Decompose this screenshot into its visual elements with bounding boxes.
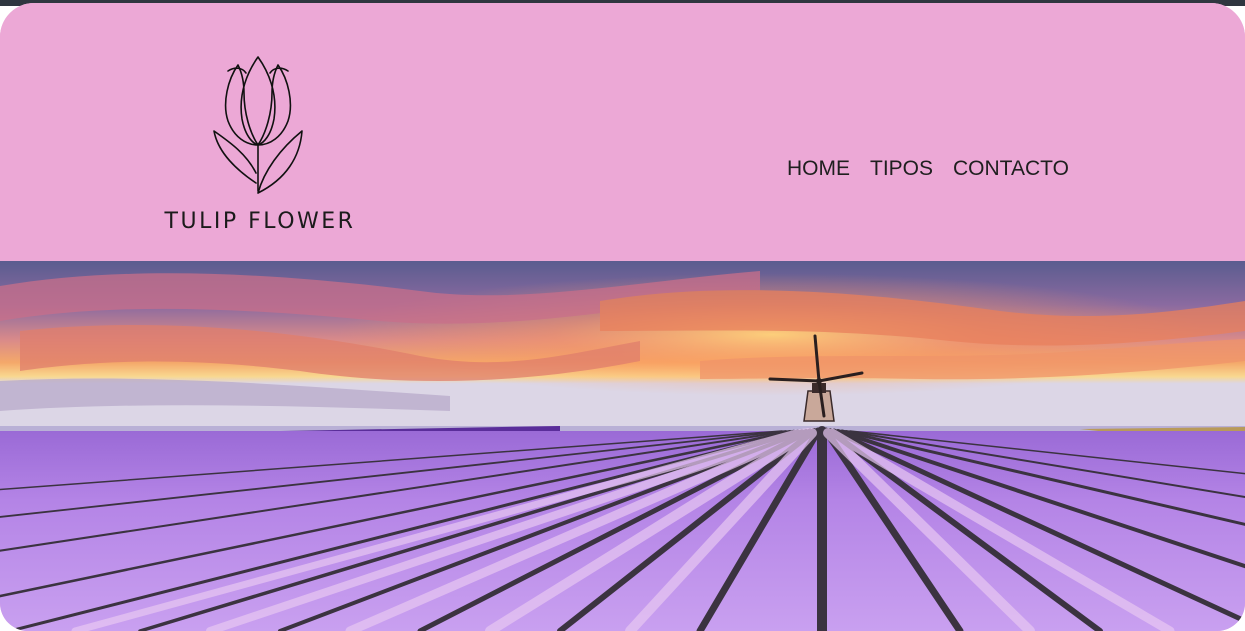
nav-link-contacto[interactable]: CONTACTO xyxy=(953,157,1069,181)
nav-link-tipos[interactable]: TIPOS xyxy=(870,157,933,181)
main-nav: HOME TIPOS CONTACTO xyxy=(787,157,1069,181)
hero-banner-image xyxy=(0,261,1245,631)
nav-link-home[interactable]: HOME xyxy=(787,157,850,181)
brand-name: TULIP FLOWER xyxy=(164,209,356,234)
site-header: TULIP FLOWER HOME TIPOS CONTACTO xyxy=(0,3,1245,261)
brand-logo[interactable]: TULIP FLOWER xyxy=(150,53,370,243)
tulip-outline-icon xyxy=(213,56,303,194)
page-frame: TULIP FLOWER HOME TIPOS CONTACTO xyxy=(0,3,1245,631)
